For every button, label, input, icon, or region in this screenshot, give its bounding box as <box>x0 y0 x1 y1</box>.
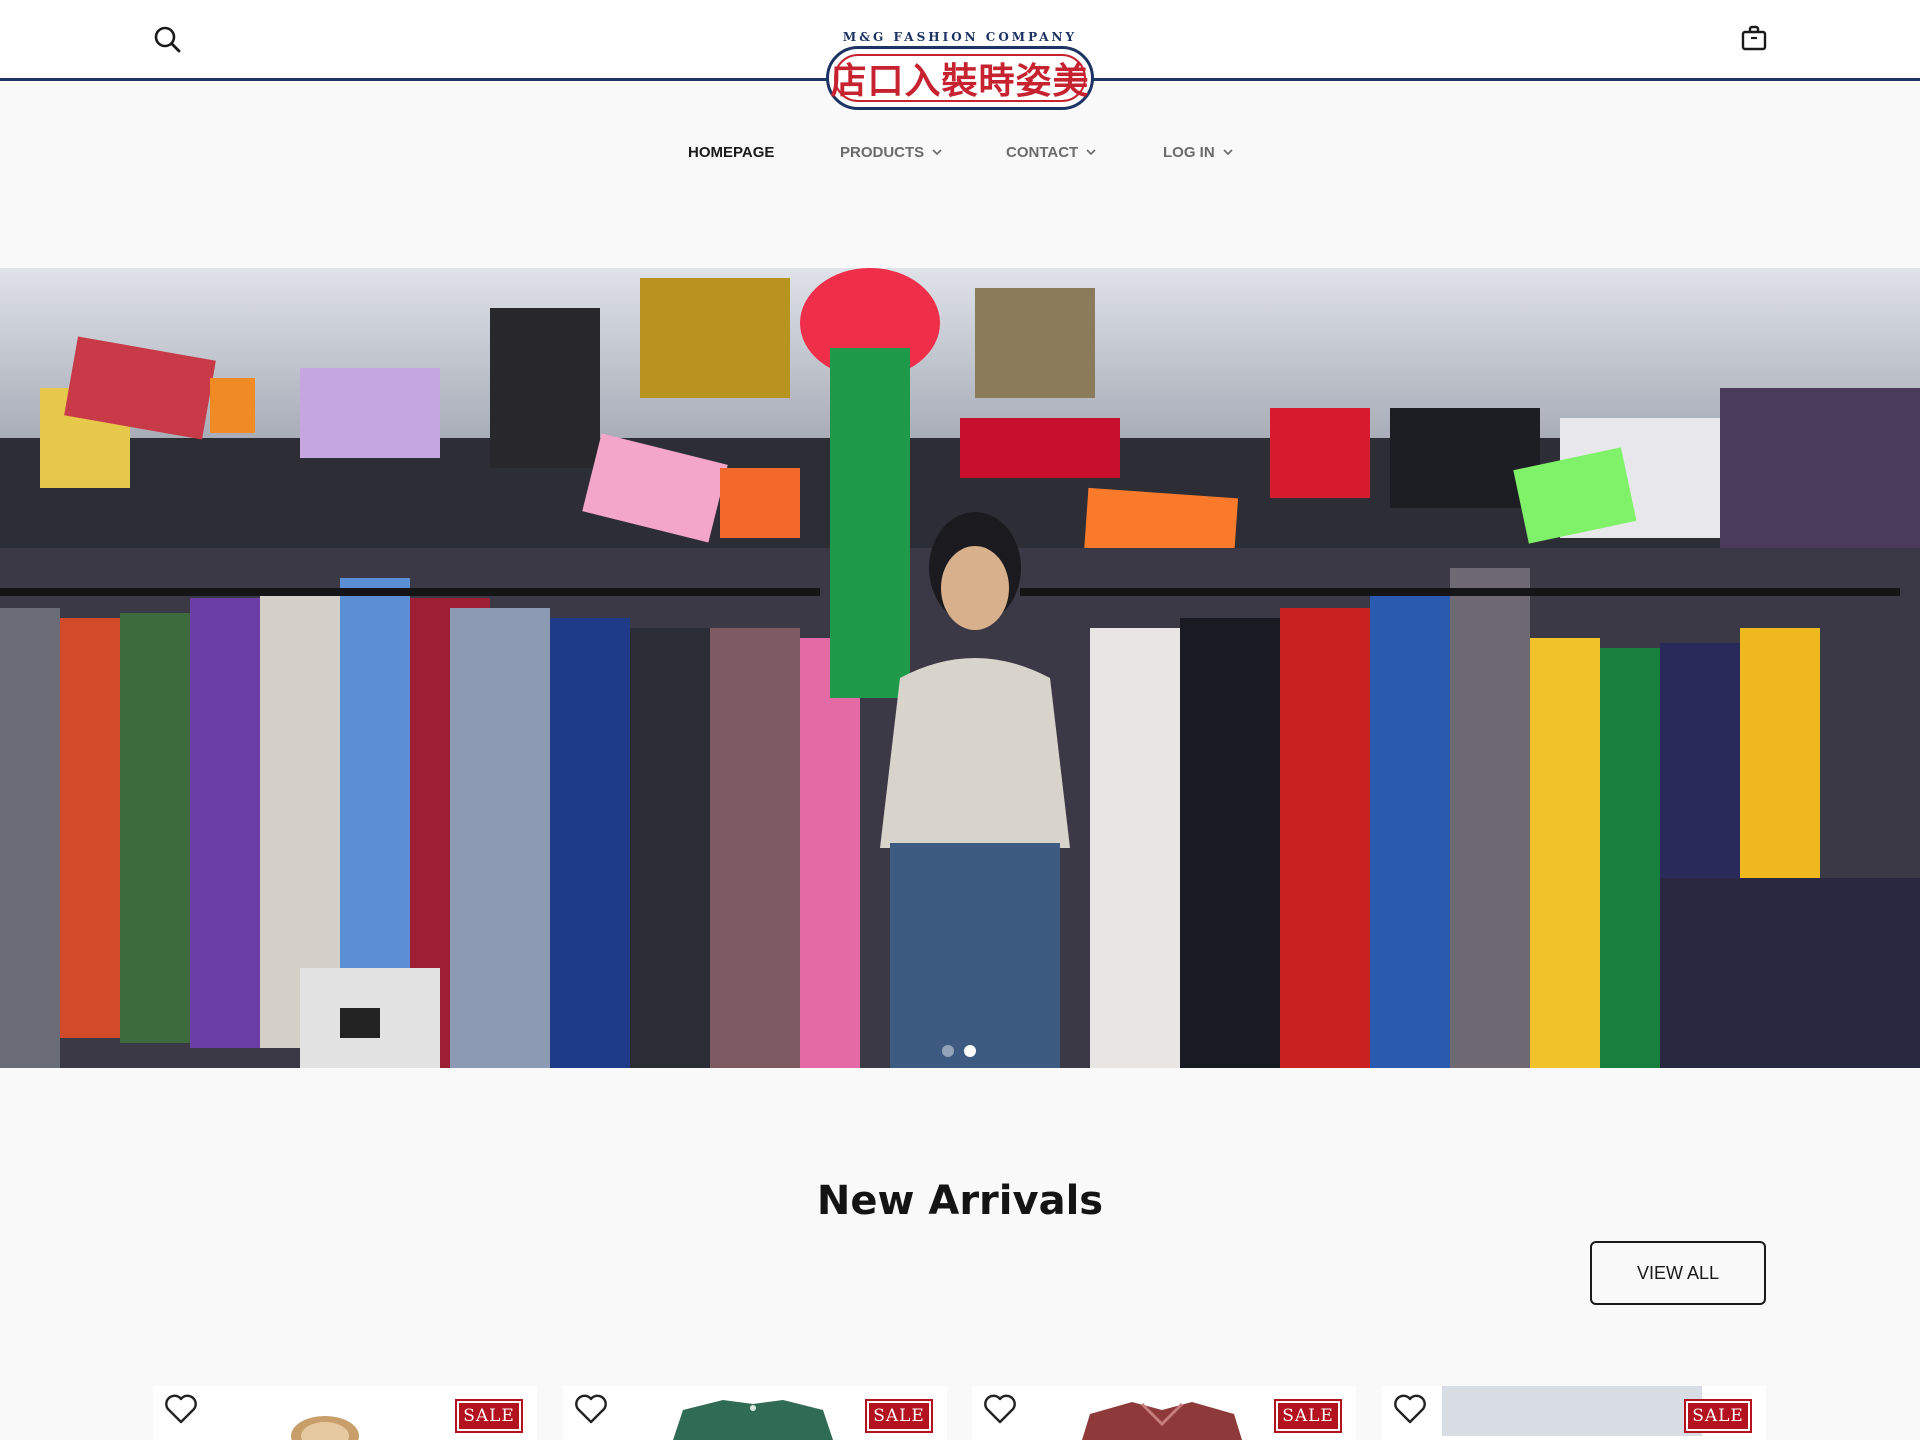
logo-english-text: M&G FASHION COMPANY <box>842 30 1078 44</box>
product-card[interactable]: SALE <box>1382 1386 1766 1440</box>
sale-badge: SALE <box>1274 1399 1342 1433</box>
brand-logo[interactable]: M&G FASHION COMPANY 店口入裝時姿美 <box>820 26 1100 114</box>
heart-icon[interactable] <box>1392 1392 1428 1426</box>
chevron-down-icon <box>1086 149 1096 156</box>
product-card[interactable]: SALE <box>153 1386 537 1440</box>
cart-button[interactable] <box>1736 20 1772 56</box>
main-nav: HOMEPAGE PRODUCTS CONTACT LOG IN <box>0 140 1920 164</box>
product-image <box>291 1416 359 1440</box>
product-image <box>673 1400 833 1440</box>
hero-image <box>0 268 1920 1068</box>
nav-homepage-label: HOMEPAGE <box>688 143 775 161</box>
heart-icon[interactable] <box>573 1392 609 1426</box>
search-button[interactable] <box>150 22 184 56</box>
product-card[interactable]: SALE <box>563 1386 947 1440</box>
sale-badge: SALE <box>865 1399 933 1433</box>
nav-login[interactable]: LOG IN <box>1163 140 1233 164</box>
nav-login-label: LOG IN <box>1163 143 1215 161</box>
logo-badge: 店口入裝時姿美 <box>826 46 1094 110</box>
chevron-down-icon <box>932 149 942 156</box>
sale-badge: SALE <box>1684 1399 1752 1433</box>
shopping-bag-icon <box>1741 25 1767 51</box>
nav-homepage[interactable]: HOMEPAGE <box>688 140 774 164</box>
heart-icon[interactable] <box>982 1392 1018 1426</box>
sale-badge: SALE <box>455 1399 523 1433</box>
nav-contact[interactable]: CONTACT <box>1006 140 1096 164</box>
product-image <box>1082 1402 1242 1440</box>
product-image <box>1442 1386 1702 1436</box>
heart-icon[interactable] <box>163 1392 199 1426</box>
slider-dot-2[interactable] <box>964 1045 976 1057</box>
section-title: New Arrivals <box>816 1178 1104 1224</box>
slider-dots <box>942 1045 982 1059</box>
nav-products-label: PRODUCTS <box>840 143 925 161</box>
nav-contact-label: CONTACT <box>1006 143 1079 161</box>
hero-slider[interactable] <box>0 268 1920 1068</box>
nav-products[interactable]: PRODUCTS <box>840 140 942 164</box>
chevron-down-icon <box>1223 149 1233 156</box>
slider-dot-1[interactable] <box>942 1045 954 1057</box>
logo-chinese-text: 店口入裝時姿美 <box>830 61 1090 102</box>
product-card[interactable]: SALE <box>972 1386 1356 1440</box>
view-all-button[interactable]: VIEW ALL <box>1590 1241 1766 1305</box>
logo-badge-inner: 店口入裝時姿美 <box>831 54 1089 102</box>
search-icon <box>154 26 181 53</box>
